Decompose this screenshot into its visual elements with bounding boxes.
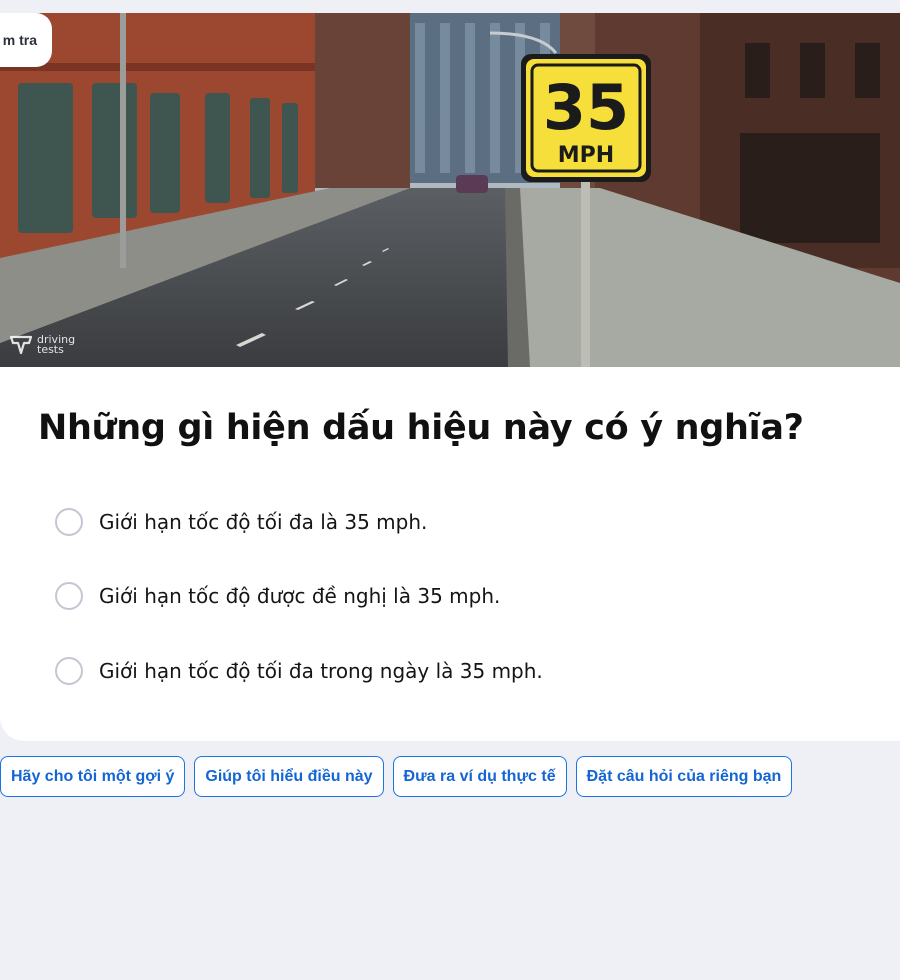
answer-option-label: Giới hạn tốc độ tối đa là 35 mph.	[99, 510, 428, 534]
street-scene-illustration: 35 MPH	[0, 13, 900, 367]
answer-option-label: Giới hạn tốc độ tối đa trong ngày là 35 …	[99, 659, 543, 683]
radio-button[interactable]	[55, 508, 83, 536]
driving-tests-watermark: driving tests	[9, 334, 77, 356]
answer-option-3[interactable]: Giới hạn tốc độ tối đa trong ngày là 35 …	[55, 657, 543, 685]
radio-button[interactable]	[55, 582, 83, 610]
driving-tests-logo-icon	[9, 335, 33, 355]
check-tab-button[interactable]: m tra	[0, 13, 52, 67]
answer-option-1[interactable]: Giới hạn tốc độ tối đa là 35 mph.	[55, 508, 427, 536]
sign-speed-number: 35	[543, 71, 629, 144]
radio-button[interactable]	[55, 657, 83, 685]
question-card: 35 MPH driving tests Những gì hiện dấu h…	[0, 13, 900, 741]
question-text: Những gì hiện dấu hiệu này có ý nghĩa?	[38, 408, 804, 448]
help-chip-row: Hãy cho tôi một gợi ý Giúp tôi hiểu điều…	[0, 756, 793, 797]
answer-option-2[interactable]: Giới hạn tốc độ được đề nghị là 35 mph.	[55, 582, 500, 610]
answer-option-label: Giới hạn tốc độ được đề nghị là 35 mph.	[99, 584, 501, 608]
hint-chip[interactable]: Hãy cho tôi một gợi ý	[0, 756, 186, 797]
check-tab-label: m tra	[2, 32, 37, 48]
sign-speed-unit: MPH	[558, 143, 614, 168]
watermark-line2: tests	[37, 343, 64, 356]
ask-own-question-chip[interactable]: Đặt câu hỏi của riêng bạn	[575, 756, 793, 797]
question-image: 35 MPH driving tests	[0, 13, 900, 367]
explain-chip[interactable]: Giúp tôi hiểu điều này	[194, 756, 384, 797]
real-example-chip[interactable]: Đưa ra ví dụ thực tế	[392, 756, 567, 797]
